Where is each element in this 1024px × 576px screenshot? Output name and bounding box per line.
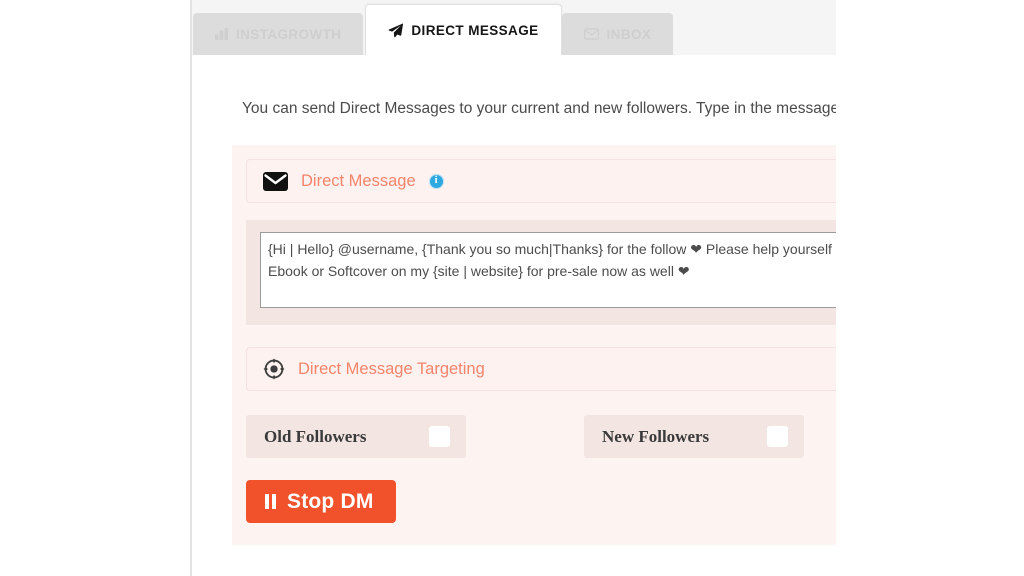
- info-circle-icon[interactable]: i: [428, 173, 444, 189]
- app-screenshot: INSTAGROWTH DIRECT MESSAGE INBOX You can…: [0, 0, 1024, 576]
- content-body: You can send Direct Messages to your cur…: [192, 55, 836, 576]
- app-page: INSTAGROWTH DIRECT MESSAGE INBOX You can…: [192, 0, 836, 576]
- tab-direct-message-label: DIRECT MESSAGE: [411, 22, 539, 38]
- envelope-open-icon: [583, 28, 599, 40]
- option-new-followers-label: New Followers: [602, 426, 710, 446]
- option-old-followers-label: Old Followers: [264, 426, 367, 446]
- tab-direct-message[interactable]: DIRECT MESSAGE: [365, 4, 562, 55]
- tab-inbox[interactable]: INBOX: [561, 13, 674, 55]
- direct-message-header: Direct Message i: [246, 159, 836, 203]
- option-old-followers[interactable]: Old Followers: [246, 415, 466, 458]
- direct-message-card: Direct Message i {Hi | Hello} @username,…: [232, 145, 836, 545]
- message-textarea-band: [246, 220, 836, 325]
- tab-instagrowth[interactable]: INSTAGROWTH: [193, 13, 364, 55]
- envelope-icon: [263, 171, 288, 191]
- bar-chart-icon: [215, 28, 228, 40]
- tab-list: INSTAGROWTH DIRECT MESSAGE INBOX: [193, 4, 675, 55]
- page-viewport: INSTAGROWTH DIRECT MESSAGE INBOX You can…: [190, 0, 836, 576]
- stop-dm-button[interactable]: Stop DM: [246, 480, 396, 523]
- intro-description: You can send Direct Messages to your cur…: [242, 100, 836, 117]
- paper-plane-icon: [388, 23, 404, 38]
- direct-message-title: Direct Message: [301, 171, 416, 190]
- tab-inbox-label: INBOX: [606, 26, 652, 42]
- targeting-options: Old Followers New Followers: [246, 415, 836, 458]
- pause-icon: [265, 494, 276, 509]
- tab-strip: INSTAGROWTH DIRECT MESSAGE INBOX: [192, 0, 836, 55]
- option-old-followers-checkbox[interactable]: [429, 426, 450, 447]
- option-new-followers[interactable]: New Followers: [584, 415, 804, 458]
- tab-instagrowth-label: INSTAGROWTH: [236, 26, 342, 42]
- crosshair-target-icon: [263, 358, 285, 380]
- targeting-title: Direct Message Targeting: [298, 359, 485, 378]
- direct-message-input[interactable]: [260, 232, 836, 308]
- stop-dm-button-label: Stop DM: [287, 489, 374, 513]
- targeting-header: Direct Message Targeting: [246, 347, 836, 391]
- option-new-followers-checkbox[interactable]: [767, 426, 788, 447]
